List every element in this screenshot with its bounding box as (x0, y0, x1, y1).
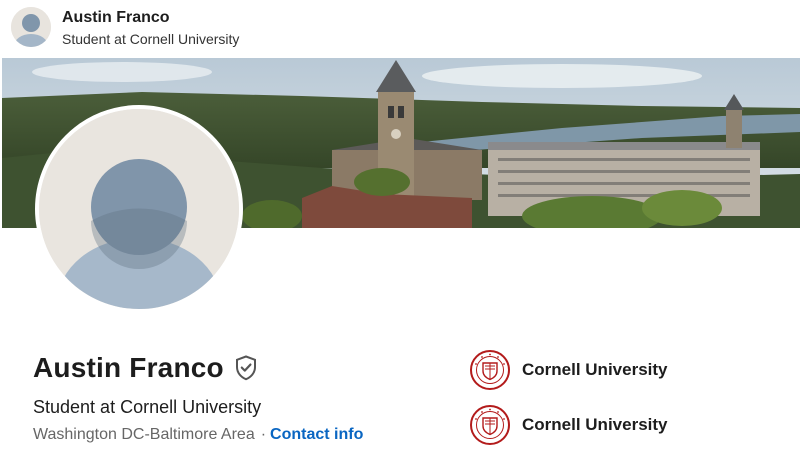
location-row: Washington DC-Baltimore Area · Contact inf… (33, 426, 363, 444)
profile-headline: Student at Cornell University (33, 397, 262, 417)
contact-info-link[interactable]: Contact info (270, 426, 363, 443)
profile-location: Washington DC-Baltimore Area (33, 426, 255, 443)
person-placeholder-icon (11, 7, 51, 47)
cornell-seal-icon (470, 405, 510, 445)
location-separator: · (260, 426, 267, 443)
cornell-seal-icon (470, 350, 510, 390)
education-item[interactable]: Cornell University (470, 405, 668, 445)
profile-name: Austin Franco (33, 352, 224, 383)
sticky-headline: Student at Cornell University (62, 31, 240, 47)
education-school-name: Cornell University (522, 360, 668, 379)
profile-name-row: Austin Franco (33, 352, 258, 384)
person-placeholder-icon (39, 109, 239, 309)
sticky-name: Austin Franco (62, 9, 170, 26)
sticky-profile-header: Austin Franco Student at Cornell Univers… (0, 0, 800, 58)
mini-avatar[interactable] (11, 7, 51, 47)
profile-photo[interactable] (35, 105, 243, 313)
verified-shield-icon[interactable] (234, 355, 258, 381)
education-school-name: Cornell University (522, 415, 668, 434)
education-item[interactable]: Cornell University (470, 350, 668, 390)
